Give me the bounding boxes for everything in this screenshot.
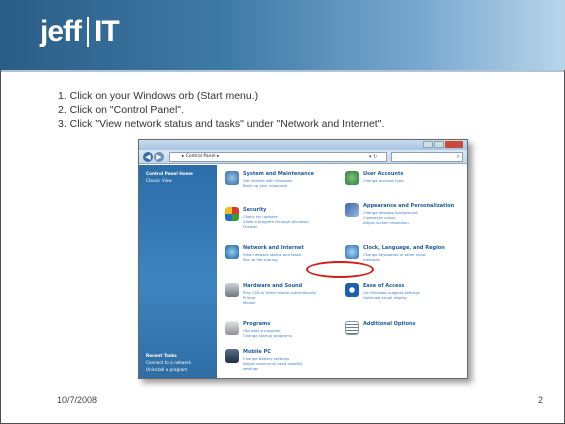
slide-date: 10/7/2008 <box>57 395 98 405</box>
instruction-list: 1. Click on your Windows orb (Start menu… <box>58 89 558 131</box>
control-panel-screenshot: ◀ ▶ ▸ Control Panel ▸ ▾ ↻ ⌕ Control Pane… <box>138 139 468 379</box>
slide-page-number: 2 <box>538 395 544 405</box>
logo-text-jeff: jeff <box>40 15 82 48</box>
step-item: 1. Click on your Windows orb (Start menu… <box>58 90 259 102</box>
slide-border-left <box>0 70 1 424</box>
category-title[interactable]: System and Maintenance <box>243 171 314 177</box>
network-link-highlight <box>306 261 374 278</box>
jeffit-logo: jeff IT <box>40 14 120 50</box>
category-link[interactable]: settings <box>243 366 258 371</box>
search-icon: ⌕ <box>456 153 460 160</box>
category-title[interactable]: Security <box>243 207 266 213</box>
back-arrow-icon[interactable]: ◀ <box>143 152 153 162</box>
address-bar[interactable]: ▸ Control Panel ▸ <box>169 152 387 162</box>
category-link[interactable]: Change account type <box>363 178 404 183</box>
category-link[interactable]: Mouse <box>243 300 255 305</box>
hardware-sound-icon <box>225 283 239 297</box>
programs-icon <box>225 321 239 335</box>
category-link[interactable]: Adjust screen resolution <box>363 220 409 225</box>
minimize-button[interactable] <box>423 141 433 148</box>
window-titlebar <box>139 140 467 150</box>
navigation-bar: ◀ ▶ ▸ Control Panel ▸ ▾ ↻ ⌕ <box>139 150 467 164</box>
control-panel-sidebar: Control Panel Home Classic View Recent T… <box>139 165 217 378</box>
category-hardware-sound[interactable]: Hardware and Sound Play CDs or other med… <box>225 283 345 315</box>
maximize-button[interactable] <box>434 141 444 148</box>
logo-text-it: IT <box>94 15 120 48</box>
category-link[interactable]: Back up your computer <box>243 183 288 188</box>
category-link[interactable]: Set up file sharing <box>243 257 278 262</box>
mobile-pc-icon <box>225 349 239 363</box>
security-shield-icon <box>225 207 239 221</box>
appearance-icon <box>345 203 359 217</box>
additional-options-icon <box>345 321 359 335</box>
ease-of-access-icon <box>345 283 359 297</box>
network-globe-icon <box>225 245 239 259</box>
category-title[interactable]: Hardware and Sound <box>243 283 302 289</box>
category-security[interactable]: Security Check for updates Allow a progr… <box>225 207 345 239</box>
slide-header: jeff IT <box>0 0 565 70</box>
header-rule <box>0 70 565 72</box>
control-panel-categories: System and Maintenance Get started with … <box>217 165 467 378</box>
category-link[interactable]: Firewall <box>243 224 257 229</box>
sidebar-recent-tasks-heading: Recent Tasks <box>146 353 177 358</box>
category-user-accounts[interactable]: User Accounts Change account type <box>345 171 465 203</box>
category-title[interactable]: Mobile PC <box>243 349 271 355</box>
system-maintenance-icon <box>225 171 239 185</box>
sidebar-link-home[interactable]: Control Panel Home <box>146 171 193 176</box>
forward-arrow-icon[interactable]: ▶ <box>154 152 164 162</box>
category-title[interactable]: Ease of Access <box>363 283 404 289</box>
category-additional-options[interactable]: Additional Options <box>345 321 465 353</box>
category-link[interactable]: Change startup programs <box>243 333 292 338</box>
clock-globe-icon <box>345 245 359 259</box>
close-button[interactable] <box>445 141 463 148</box>
category-link[interactable]: Optimize visual display <box>363 295 407 300</box>
category-title[interactable]: Clock, Language, and Region <box>363 245 445 251</box>
user-accounts-icon <box>345 171 359 185</box>
sidebar-recent-task[interactable]: Uninstall a program <box>146 367 187 372</box>
category-title[interactable]: Network and Internet <box>243 245 304 251</box>
category-mobile-pc[interactable]: Mobile PC Change battery settings Adjust… <box>225 349 345 378</box>
category-title[interactable]: Appearance and Personalization <box>363 203 454 209</box>
category-title[interactable]: Additional Options <box>363 321 416 327</box>
sidebar-link-classic-view[interactable]: Classic View <box>146 178 172 183</box>
step-item: 2. Click on "Control Panel". <box>58 104 184 116</box>
search-box[interactable]: ⌕ <box>391 152 463 162</box>
category-link[interactable]: methods <box>363 257 380 262</box>
category-title[interactable]: Programs <box>243 321 270 327</box>
logo-divider <box>87 17 89 47</box>
sidebar-recent-task[interactable]: Connect to a network <box>146 360 191 365</box>
step-item: 3. Click "View network status and tasks"… <box>58 118 385 130</box>
category-appearance[interactable]: Appearance and Personalization Change de… <box>345 203 465 235</box>
category-title[interactable]: User Accounts <box>363 171 403 177</box>
category-ease-of-access[interactable]: Ease of Access Let Windows suggest setti… <box>345 283 465 315</box>
category-system-maintenance[interactable]: System and Maintenance Get started with … <box>225 171 345 203</box>
refresh-icon[interactable]: ▾ ↻ <box>369 152 383 162</box>
